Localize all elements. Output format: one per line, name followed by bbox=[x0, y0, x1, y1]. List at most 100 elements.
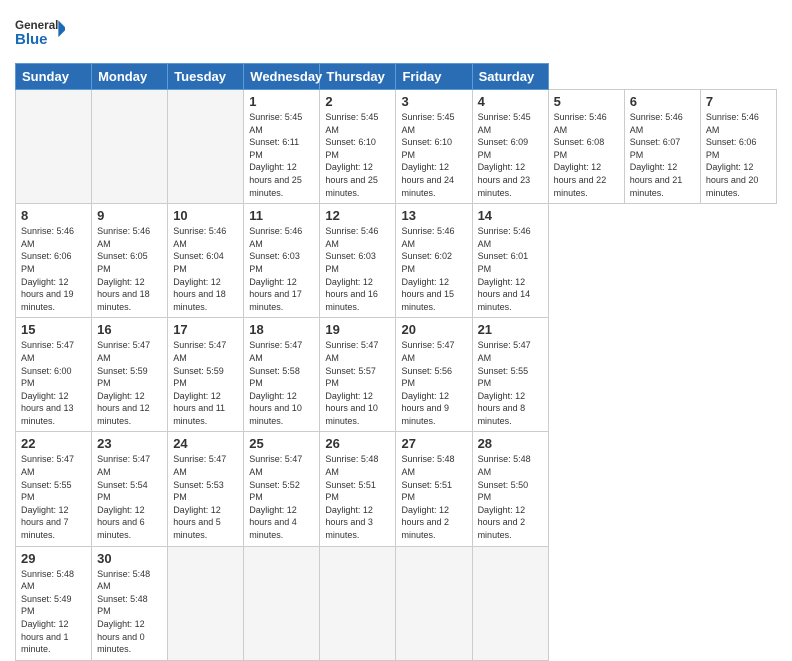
col-thursday: Thursday bbox=[320, 64, 396, 90]
day-number: 26 bbox=[325, 436, 390, 451]
day-number: 15 bbox=[21, 322, 86, 337]
day-info: Sunrise: 5:47 AM Sunset: 5:55 PM Dayligh… bbox=[478, 339, 543, 427]
table-row bbox=[16, 90, 92, 204]
day-number: 27 bbox=[401, 436, 466, 451]
week-row-3: 15 Sunrise: 5:47 AM Sunset: 6:00 PM Dayl… bbox=[16, 318, 777, 432]
table-row bbox=[168, 546, 244, 660]
day-number: 13 bbox=[401, 208, 466, 223]
day-number: 30 bbox=[97, 551, 162, 566]
table-row: 19 Sunrise: 5:47 AM Sunset: 5:57 PM Dayl… bbox=[320, 318, 396, 432]
table-row: 13 Sunrise: 5:46 AM Sunset: 6:02 PM Dayl… bbox=[396, 204, 472, 318]
table-row: 20 Sunrise: 5:47 AM Sunset: 5:56 PM Dayl… bbox=[396, 318, 472, 432]
day-number: 6 bbox=[630, 94, 695, 109]
table-row: 1 Sunrise: 5:45 AM Sunset: 6:11 PM Dayli… bbox=[244, 90, 320, 204]
day-info: Sunrise: 5:46 AM Sunset: 6:03 PM Dayligh… bbox=[249, 225, 314, 313]
day-number: 25 bbox=[249, 436, 314, 451]
day-number: 5 bbox=[554, 94, 619, 109]
day-info: Sunrise: 5:48 AM Sunset: 5:51 PM Dayligh… bbox=[325, 453, 390, 541]
table-row: 29 Sunrise: 5:48 AM Sunset: 5:49 PM Dayl… bbox=[16, 546, 92, 660]
day-info: Sunrise: 5:46 AM Sunset: 6:05 PM Dayligh… bbox=[97, 225, 162, 313]
table-row: 12 Sunrise: 5:46 AM Sunset: 6:03 PM Dayl… bbox=[320, 204, 396, 318]
day-number: 8 bbox=[21, 208, 86, 223]
day-info: Sunrise: 5:47 AM Sunset: 5:59 PM Dayligh… bbox=[173, 339, 238, 427]
header-row: Sunday Monday Tuesday Wednesday Thursday… bbox=[16, 64, 777, 90]
day-number: 2 bbox=[325, 94, 390, 109]
table-row: 27 Sunrise: 5:48 AM Sunset: 5:51 PM Dayl… bbox=[396, 432, 472, 546]
table-row: 26 Sunrise: 5:48 AM Sunset: 5:51 PM Dayl… bbox=[320, 432, 396, 546]
table-row: 16 Sunrise: 5:47 AM Sunset: 5:59 PM Dayl… bbox=[92, 318, 168, 432]
day-info: Sunrise: 5:47 AM Sunset: 5:59 PM Dayligh… bbox=[97, 339, 162, 427]
day-info: Sunrise: 5:46 AM Sunset: 6:02 PM Dayligh… bbox=[401, 225, 466, 313]
day-info: Sunrise: 5:46 AM Sunset: 6:01 PM Dayligh… bbox=[478, 225, 543, 313]
col-wednesday: Wednesday bbox=[244, 64, 320, 90]
day-number: 19 bbox=[325, 322, 390, 337]
day-number: 9 bbox=[97, 208, 162, 223]
table-row: 22 Sunrise: 5:47 AM Sunset: 5:55 PM Dayl… bbox=[16, 432, 92, 546]
day-info: Sunrise: 5:47 AM Sunset: 5:55 PM Dayligh… bbox=[21, 453, 86, 541]
day-number: 22 bbox=[21, 436, 86, 451]
table-row: 2 Sunrise: 5:45 AM Sunset: 6:10 PM Dayli… bbox=[320, 90, 396, 204]
day-number: 14 bbox=[478, 208, 543, 223]
day-number: 1 bbox=[249, 94, 314, 109]
table-row: 25 Sunrise: 5:47 AM Sunset: 5:52 PM Dayl… bbox=[244, 432, 320, 546]
table-row: 24 Sunrise: 5:47 AM Sunset: 5:53 PM Dayl… bbox=[168, 432, 244, 546]
logo: General Blue bbox=[15, 10, 65, 55]
day-number: 21 bbox=[478, 322, 543, 337]
day-number: 20 bbox=[401, 322, 466, 337]
week-row-5: 29 Sunrise: 5:48 AM Sunset: 5:49 PM Dayl… bbox=[16, 546, 777, 660]
table-row: 5 Sunrise: 5:46 AM Sunset: 6:08 PM Dayli… bbox=[548, 90, 624, 204]
table-row bbox=[244, 546, 320, 660]
table-row: 17 Sunrise: 5:47 AM Sunset: 5:59 PM Dayl… bbox=[168, 318, 244, 432]
day-info: Sunrise: 5:47 AM Sunset: 6:00 PM Dayligh… bbox=[21, 339, 86, 427]
table-row: 11 Sunrise: 5:46 AM Sunset: 6:03 PM Dayl… bbox=[244, 204, 320, 318]
day-info: Sunrise: 5:47 AM Sunset: 5:58 PM Dayligh… bbox=[249, 339, 314, 427]
day-info: Sunrise: 5:47 AM Sunset: 5:57 PM Dayligh… bbox=[325, 339, 390, 427]
day-number: 10 bbox=[173, 208, 238, 223]
week-row-1: 1 Sunrise: 5:45 AM Sunset: 6:11 PM Dayli… bbox=[16, 90, 777, 204]
day-info: Sunrise: 5:47 AM Sunset: 5:52 PM Dayligh… bbox=[249, 453, 314, 541]
day-number: 11 bbox=[249, 208, 314, 223]
svg-text:Blue: Blue bbox=[15, 31, 48, 48]
day-info: Sunrise: 5:46 AM Sunset: 6:06 PM Dayligh… bbox=[706, 111, 771, 199]
day-info: Sunrise: 5:45 AM Sunset: 6:10 PM Dayligh… bbox=[401, 111, 466, 199]
day-number: 18 bbox=[249, 322, 314, 337]
page: General Blue Sunday Monday Tuesday Wedne… bbox=[0, 0, 792, 612]
col-saturday: Saturday bbox=[472, 64, 548, 90]
table-row bbox=[472, 546, 548, 660]
table-row: 14 Sunrise: 5:46 AM Sunset: 6:01 PM Dayl… bbox=[472, 204, 548, 318]
day-number: 16 bbox=[97, 322, 162, 337]
table-row: 15 Sunrise: 5:47 AM Sunset: 6:00 PM Dayl… bbox=[16, 318, 92, 432]
table-row bbox=[320, 546, 396, 660]
day-number: 28 bbox=[478, 436, 543, 451]
col-friday: Friday bbox=[396, 64, 472, 90]
day-info: Sunrise: 5:46 AM Sunset: 6:06 PM Dayligh… bbox=[21, 225, 86, 313]
day-info: Sunrise: 5:46 AM Sunset: 6:04 PM Dayligh… bbox=[173, 225, 238, 313]
day-info: Sunrise: 5:46 AM Sunset: 6:07 PM Dayligh… bbox=[630, 111, 695, 199]
day-info: Sunrise: 5:48 AM Sunset: 5:51 PM Dayligh… bbox=[401, 453, 466, 541]
day-number: 12 bbox=[325, 208, 390, 223]
week-row-2: 8 Sunrise: 5:46 AM Sunset: 6:06 PM Dayli… bbox=[16, 204, 777, 318]
logo-svg: General Blue bbox=[15, 10, 65, 55]
day-info: Sunrise: 5:46 AM Sunset: 6:03 PM Dayligh… bbox=[325, 225, 390, 313]
col-sunday: Sunday bbox=[16, 64, 92, 90]
col-monday: Monday bbox=[92, 64, 168, 90]
day-info: Sunrise: 5:45 AM Sunset: 6:09 PM Dayligh… bbox=[478, 111, 543, 199]
table-row: 3 Sunrise: 5:45 AM Sunset: 6:10 PM Dayli… bbox=[396, 90, 472, 204]
table-row: 8 Sunrise: 5:46 AM Sunset: 6:06 PM Dayli… bbox=[16, 204, 92, 318]
day-number: 3 bbox=[401, 94, 466, 109]
table-row: 18 Sunrise: 5:47 AM Sunset: 5:58 PM Dayl… bbox=[244, 318, 320, 432]
day-number: 7 bbox=[706, 94, 771, 109]
table-row: 4 Sunrise: 5:45 AM Sunset: 6:09 PM Dayli… bbox=[472, 90, 548, 204]
day-number: 24 bbox=[173, 436, 238, 451]
day-info: Sunrise: 5:47 AM Sunset: 5:56 PM Dayligh… bbox=[401, 339, 466, 427]
table-row: 28 Sunrise: 5:48 AM Sunset: 5:50 PM Dayl… bbox=[472, 432, 548, 546]
calendar-table: Sunday Monday Tuesday Wednesday Thursday… bbox=[15, 63, 777, 661]
day-number: 29 bbox=[21, 551, 86, 566]
day-number: 4 bbox=[478, 94, 543, 109]
day-info: Sunrise: 5:47 AM Sunset: 5:54 PM Dayligh… bbox=[97, 453, 162, 541]
day-info: Sunrise: 5:48 AM Sunset: 5:50 PM Dayligh… bbox=[478, 453, 543, 541]
table-row: 21 Sunrise: 5:47 AM Sunset: 5:55 PM Dayl… bbox=[472, 318, 548, 432]
table-row: 30 Sunrise: 5:48 AM Sunset: 5:48 PM Dayl… bbox=[92, 546, 168, 660]
day-info: Sunrise: 5:47 AM Sunset: 5:53 PM Dayligh… bbox=[173, 453, 238, 541]
day-info: Sunrise: 5:45 AM Sunset: 6:11 PM Dayligh… bbox=[249, 111, 314, 199]
